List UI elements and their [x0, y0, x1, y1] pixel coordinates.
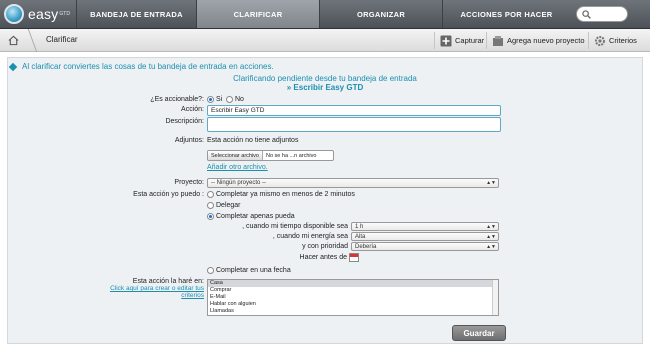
gear-icon	[593, 34, 606, 47]
energia-value: Alta	[355, 234, 366, 240]
tiempo-label: , cuando mi tiempo disponible sea	[242, 223, 348, 230]
logo-text: easy	[28, 6, 59, 22]
item-title: » Escribir Easy GTD	[286, 83, 364, 92]
capturar-label: Capturar	[455, 36, 485, 45]
criterios-link[interactable]: Click aquí para crear o editar tus crite…	[108, 285, 204, 299]
add-project-label: Agrega nuevo proyecto	[507, 36, 585, 45]
search-icon	[582, 9, 591, 19]
adjuntos-label: Adjuntos:	[174, 137, 204, 144]
radio-delegar[interactable]	[207, 202, 214, 209]
radio-2min[interactable]	[207, 191, 214, 198]
project-icon	[491, 34, 504, 47]
home-icon	[8, 35, 18, 45]
choose-file-button[interactable]: Seleccionar archivo	[208, 151, 263, 160]
tab-bandeja-de-entrada[interactable]: BANDEJA DE ENTRADA	[76, 0, 196, 28]
logo-icon	[4, 4, 24, 24]
calendar-icon[interactable]	[349, 253, 359, 262]
radio-fecha[interactable]	[207, 267, 214, 274]
criterios-label: Criterios	[609, 36, 637, 45]
guardar-button[interactable]: Guardar	[452, 325, 506, 341]
listbox-scrollbar[interactable]	[492, 280, 498, 315]
select-arrow-icon: ▲▼	[486, 224, 496, 230]
select-arrow-icon: ▲▼	[486, 244, 496, 250]
tab-clarificar[interactable]: CLARIFICAR	[196, 0, 319, 28]
energia-select[interactable]: Alta ▲▼	[351, 232, 499, 241]
radio-delegar-label: Delegar	[216, 202, 241, 209]
app-logo[interactable]: easy GTD	[4, 3, 76, 25]
descripcion-label: Descripción:	[165, 118, 204, 125]
add-file-link[interactable]: Añadir otro archivo.	[207, 164, 268, 171]
tab-organizar[interactable]: ORGANIZAR	[319, 0, 442, 28]
proyecto-value: -- Ningún proyecto --	[211, 180, 267, 186]
prioridad-value: Debería	[355, 244, 377, 250]
accionable-label: ¿Es accionable?:	[150, 96, 204, 103]
radio-no[interactable]	[226, 96, 233, 103]
proyecto-label: Proyecto:	[174, 179, 204, 186]
file-name: No se ha ...n archivo	[266, 152, 317, 159]
capturar-button[interactable]: Capturar	[434, 32, 484, 49]
context-option[interactable]: E-Mail	[208, 294, 498, 301]
hacer-antes-label: Hacer antes de	[299, 254, 347, 261]
hare-en-label: Esta acción la haré en:	[132, 278, 204, 285]
logo-sup: GTD	[59, 11, 70, 17]
clarify-heading: Clarificando pendiente desde tu bandeja …	[233, 74, 417, 83]
contexts-listbox[interactable]: Casa Comprar E-Mail Hablar con alguien L…	[207, 279, 499, 316]
bullet-icon	[8, 62, 18, 71]
plus-icon	[439, 34, 452, 47]
context-option[interactable]: Casa	[208, 280, 498, 287]
tiempo-select[interactable]: 1 h ▲▼	[351, 222, 499, 231]
puedo-label: Esta acción yo puedo :	[133, 191, 204, 198]
criterios-button[interactable]: Criterios	[588, 32, 637, 49]
breadcrumb-toolbar: Clarificar Capturar Agrega nuevo proyect…	[0, 29, 650, 52]
search-input[interactable]	[576, 6, 628, 22]
prioridad-select[interactable]: Debería ▲▼	[351, 242, 499, 251]
energia-label: , cuando mi energía sea	[272, 233, 348, 240]
info-message: Al clarificar conviertes las cosas de tu…	[8, 62, 274, 71]
context-option[interactable]: Comprar	[208, 287, 498, 294]
radio-si[interactable]	[207, 96, 214, 103]
top-nav-bar: easy GTD BANDEJA DE ENTRADA CLARIFICAR O…	[0, 0, 650, 29]
tab-acciones-por-hacer[interactable]: ACCIONES POR HACER	[442, 0, 570, 28]
prioridad-label: y con prioridad	[302, 243, 348, 250]
tiempo-value: 1 h	[355, 224, 364, 230]
proyecto-select[interactable]: -- Ningún proyecto -- ▲▼	[207, 178, 499, 188]
context-option[interactable]: Llamadas	[208, 308, 498, 315]
radio-no-label: No	[235, 96, 244, 103]
adjuntos-value: Esta acción no tiene adjuntos	[207, 137, 299, 144]
home-button[interactable]	[4, 32, 22, 48]
radio-apenas-pueda-label: Completar apenas pueda	[216, 213, 295, 220]
breadcrumb-separator	[20, 29, 38, 52]
accion-label: Acción:	[181, 106, 204, 113]
select-arrow-icon: ▲▼	[486, 180, 496, 186]
radio-apenas-pueda[interactable]	[207, 213, 214, 220]
accion-input[interactable]: Escribir Easy GTD	[207, 105, 501, 116]
select-arrow-icon: ▲▼	[486, 234, 496, 240]
file-input[interactable]: Seleccionar archivo No se ha ...n archiv…	[207, 150, 334, 161]
info-text: Al clarificar conviertes las cosas de tu…	[22, 62, 274, 71]
radio-si-label: Si	[216, 96, 223, 103]
breadcrumb: Clarificar	[46, 35, 78, 44]
radio-fecha-label: Completar en una fecha	[216, 267, 291, 274]
context-option[interactable]: Hablar con alguien	[208, 301, 498, 308]
radio-2min-label: Completar ya mismo en menos de 2 minutos	[216, 191, 355, 198]
descripcion-textarea[interactable]	[207, 117, 501, 132]
add-project-button[interactable]: Agrega nuevo proyecto	[486, 32, 585, 49]
